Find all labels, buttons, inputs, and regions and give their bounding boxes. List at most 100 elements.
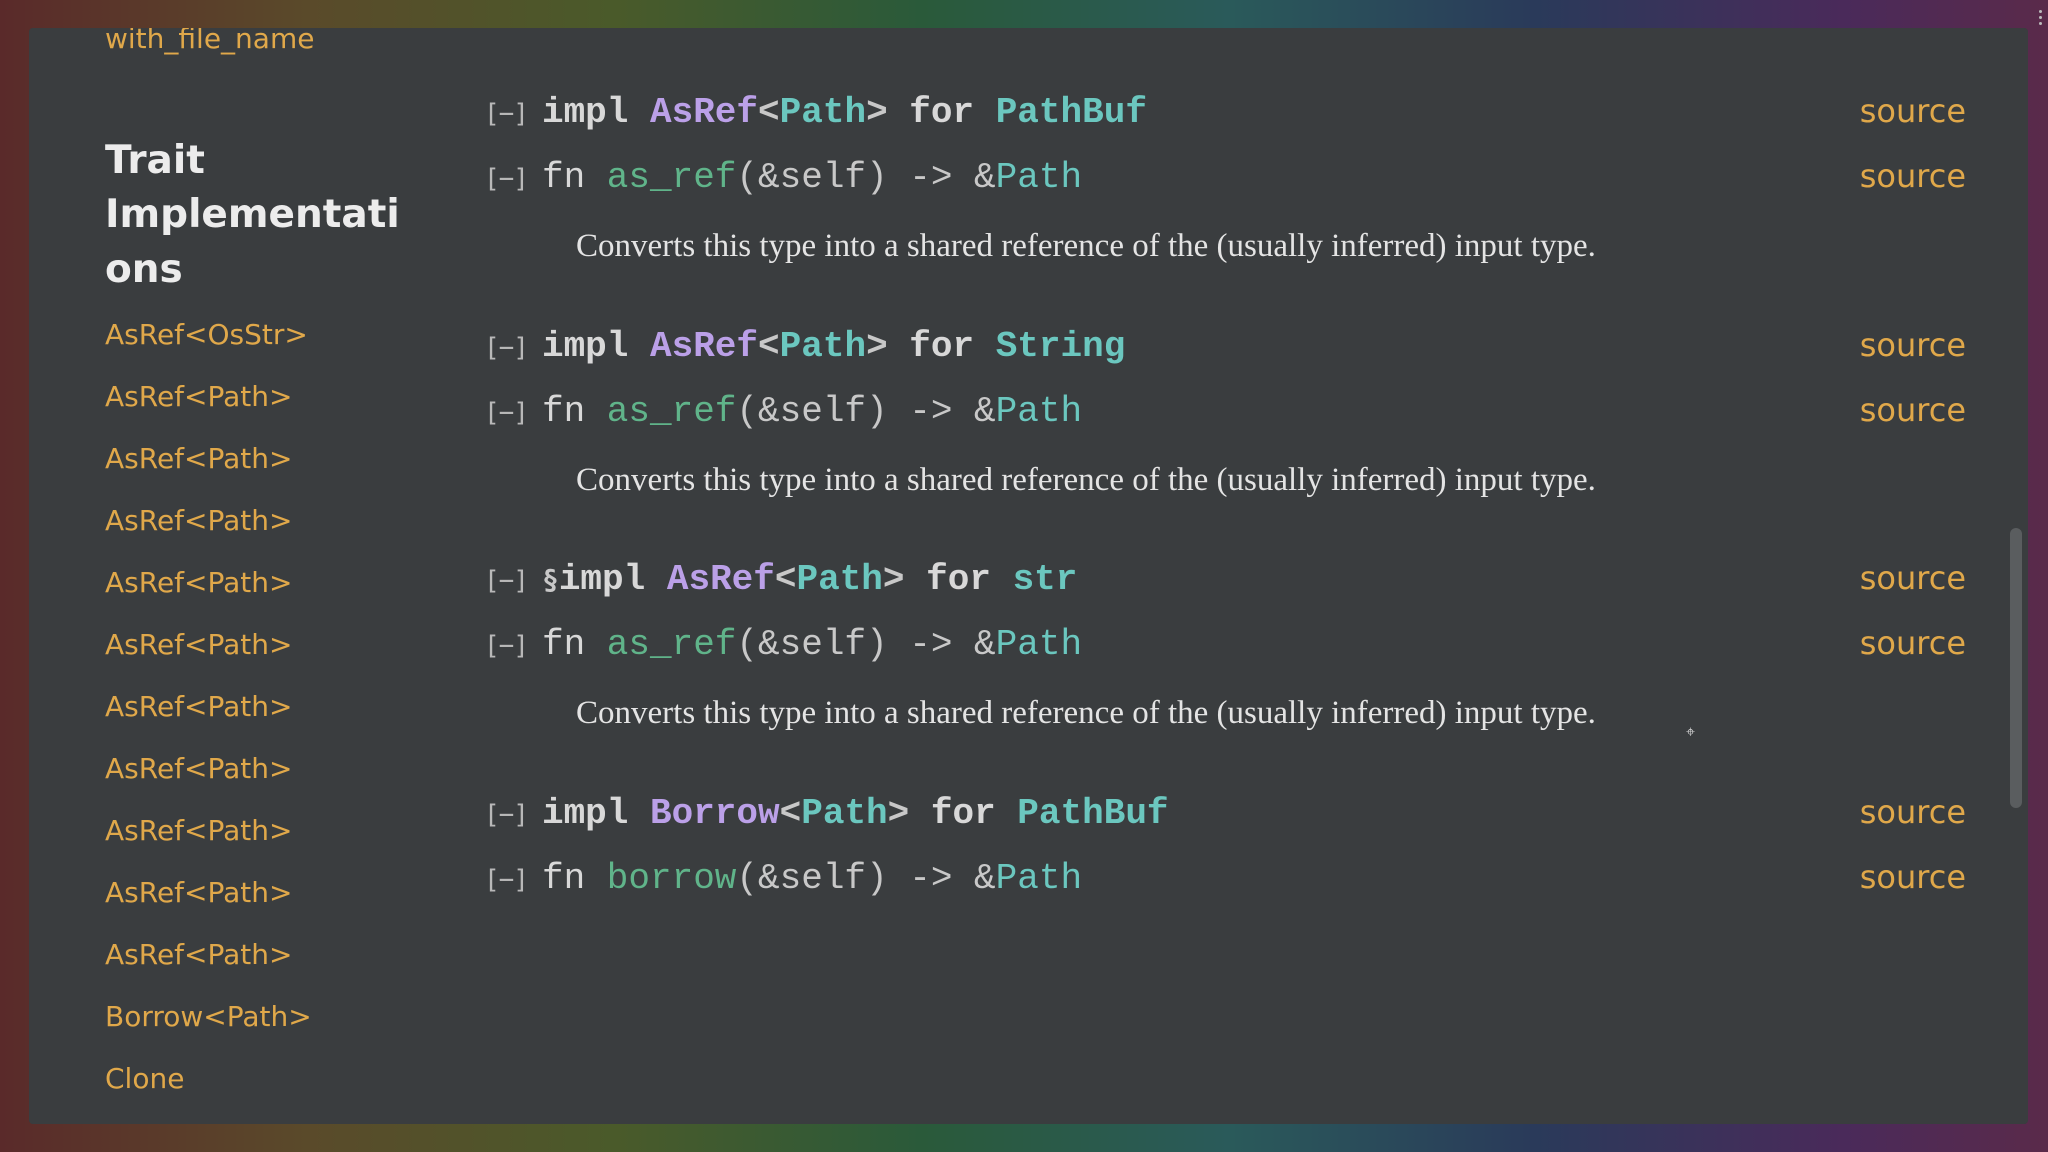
collapse-toggle-icon[interactable]: [−]	[484, 566, 528, 596]
sidebar-heading-trait-implementations: Trait Implementations	[105, 134, 404, 298]
sidebar-trait-link[interactable]: AsRef<Path>	[105, 445, 404, 473]
sidebar-trait-link[interactable]: Clone	[105, 1065, 404, 1093]
fn-params: (&self) -> &	[736, 624, 995, 665]
mouse-cursor-icon: ⌖	[1686, 722, 1698, 738]
trait-param-type[interactable]: Path	[797, 559, 883, 600]
fn-name[interactable]: borrow	[607, 858, 737, 899]
return-type[interactable]: Path	[996, 858, 1082, 899]
trait-name[interactable]: Borrow	[650, 793, 780, 834]
angle-open: <	[780, 793, 802, 834]
impl-signature: [−] §impl AsRef<Path> for str	[484, 559, 1077, 600]
impl-keyword: impl	[559, 559, 667, 600]
sidebar-trait-link[interactable]: AsRef<Path>	[105, 569, 404, 597]
collapse-toggle-icon[interactable]: [−]	[484, 333, 528, 363]
fn-keyword: fn	[542, 157, 607, 198]
fn-params: (&self) -> &	[736, 391, 995, 432]
impl-header: [−]impl AsRef<Path> for String source	[484, 326, 1966, 367]
trait-name[interactable]: AsRef	[667, 559, 775, 600]
sidebar-trait-link[interactable]: AsRef<OsStr>	[105, 321, 404, 349]
impl-block: [−]impl AsRef<Path> for PathBufsource[−]…	[484, 92, 1966, 272]
source-link[interactable]: source	[1860, 391, 1966, 429]
fn-params: (&self) -> &	[736, 157, 995, 198]
source-link[interactable]: source	[1860, 92, 1966, 130]
return-type[interactable]: Path	[996, 624, 1082, 665]
fn-header: [−] fn borrow(&self) -> &Path source	[484, 858, 1966, 899]
sidebar: with_file_name Trait Implementations AsR…	[29, 28, 434, 1124]
sidebar-trait-link[interactable]: AsRef<Path>	[105, 879, 404, 907]
return-type[interactable]: Path	[996, 391, 1082, 432]
angle-open: <	[758, 92, 780, 133]
fn-params: (&self) -> &	[736, 858, 995, 899]
app-window: with_file_name Trait Implementations AsR…	[29, 28, 2028, 1124]
collapse-toggle-icon[interactable]: [−]	[484, 800, 528, 830]
sidebar-trait-link[interactable]: AsRef<Path>	[105, 383, 404, 411]
collapse-toggle-icon[interactable]: [−]	[484, 398, 528, 428]
source-link[interactable]: source	[1860, 624, 1966, 662]
angle-close: >	[883, 559, 905, 600]
trait-param-type[interactable]: Path	[780, 326, 866, 367]
fn-header: [−] fn as_ref(&self) -> &Path source	[484, 624, 1966, 665]
sidebar-trait-link[interactable]: AsRef<Path>	[105, 941, 404, 969]
source-link[interactable]: source	[1860, 157, 1966, 195]
source-link[interactable]: source	[1860, 326, 1966, 364]
for-keyword: for	[888, 326, 996, 367]
fn-name[interactable]: as_ref	[607, 157, 737, 198]
sidebar-trait-link[interactable]: AsRef<Path>	[105, 631, 404, 659]
fn-keyword: fn	[542, 858, 607, 899]
sidebar-trait-link[interactable]: AsRef<Path>	[105, 755, 404, 783]
fn-signature: [−] fn as_ref(&self) -> &Path	[484, 391, 1082, 432]
impl-block: [−]§impl AsRef<Path> for strsource[−]fn …	[484, 559, 1966, 739]
for-type[interactable]: PathBuf	[1017, 793, 1168, 834]
angle-close: >	[866, 326, 888, 367]
angle-open: <	[775, 559, 797, 600]
for-type[interactable]: str	[1013, 559, 1078, 600]
fn-signature: [−] fn borrow(&self) -> &Path	[484, 858, 1082, 899]
fn-name[interactable]: as_ref	[607, 624, 737, 665]
collapse-toggle-icon[interactable]: [−]	[484, 164, 528, 194]
for-type[interactable]: PathBuf	[996, 92, 1147, 133]
source-link[interactable]: source	[1860, 793, 1966, 831]
collapse-toggle-icon[interactable]: [−]	[484, 631, 528, 661]
trait-param-type[interactable]: Path	[780, 92, 866, 133]
fn-keyword: fn	[542, 391, 607, 432]
impl-block: [−]impl AsRef<Path> for String source [−] f…	[484, 326, 1966, 506]
trait-name[interactable]: AsRef	[650, 326, 758, 367]
sidebar-trait-link[interactable]: AsRef<Path>	[105, 693, 404, 721]
fn-header: [−] fn as_ref(&self) -> &Path source	[484, 157, 1966, 198]
fn-doc: Converts this type into a shared referen…	[576, 689, 1966, 739]
angle-close: >	[888, 793, 910, 834]
for-keyword: for	[888, 92, 996, 133]
impl-header: [−] impl AsRef<Path> for PathBuf source	[484, 92, 1966, 133]
sidebar-trait-link[interactable]: Borrow<Path>	[105, 1003, 404, 1031]
fn-name[interactable]: as_ref	[607, 391, 737, 432]
angle-open: <	[758, 326, 780, 367]
source-link[interactable]: source	[1860, 559, 1966, 597]
impl-keyword: impl	[542, 92, 650, 133]
trait-name[interactable]: AsRef	[650, 92, 758, 133]
impl-block: [−]impl Borrow<Path> for PathBufsource[−…	[484, 793, 1966, 899]
sidebar-link-truncated[interactable]: with_file_name	[105, 28, 404, 56]
impl-header: [−] §impl AsRef<Path> for str source	[484, 559, 1966, 600]
for-type[interactable]: String	[996, 326, 1126, 367]
collapse-toggle-icon[interactable]: [−]	[484, 865, 528, 895]
main-content: [−]impl AsRef<Path> for PathBufsource[−]…	[434, 28, 2028, 1124]
section-mark-icon[interactable]: §	[542, 563, 559, 596]
sidebar-trait-link[interactable]: AsRef<Path>	[105, 817, 404, 845]
window-menu-icon[interactable]	[2039, 10, 2042, 25]
return-type[interactable]: Path	[996, 157, 1082, 198]
fn-header: [−] fn as_ref(&self) -> &Path source	[484, 391, 1966, 432]
collapse-toggle-icon[interactable]: [−]	[484, 99, 528, 129]
source-link[interactable]: source	[1860, 858, 1966, 896]
for-keyword: for	[905, 559, 1013, 600]
main-scrollbar[interactable]	[2010, 528, 2022, 808]
fn-doc: Converts this type into a shared referen…	[576, 222, 1966, 272]
fn-keyword: fn	[542, 624, 607, 665]
sidebar-trait-link[interactable]: AsRef<Path>	[105, 507, 404, 535]
angle-close: >	[866, 92, 888, 133]
impl-header: [−]impl Borrow<Path> for PathBufsource	[484, 793, 1966, 834]
impl-signature: [−] impl AsRef<Path> for PathBuf	[484, 92, 1147, 133]
impl-keyword: impl	[542, 793, 650, 834]
impl-signature: [−]impl AsRef<Path> for String	[484, 326, 1125, 367]
trait-param-type[interactable]: Path	[801, 793, 887, 834]
fn-signature: [−] fn as_ref(&self) -> &Path	[484, 624, 1082, 665]
